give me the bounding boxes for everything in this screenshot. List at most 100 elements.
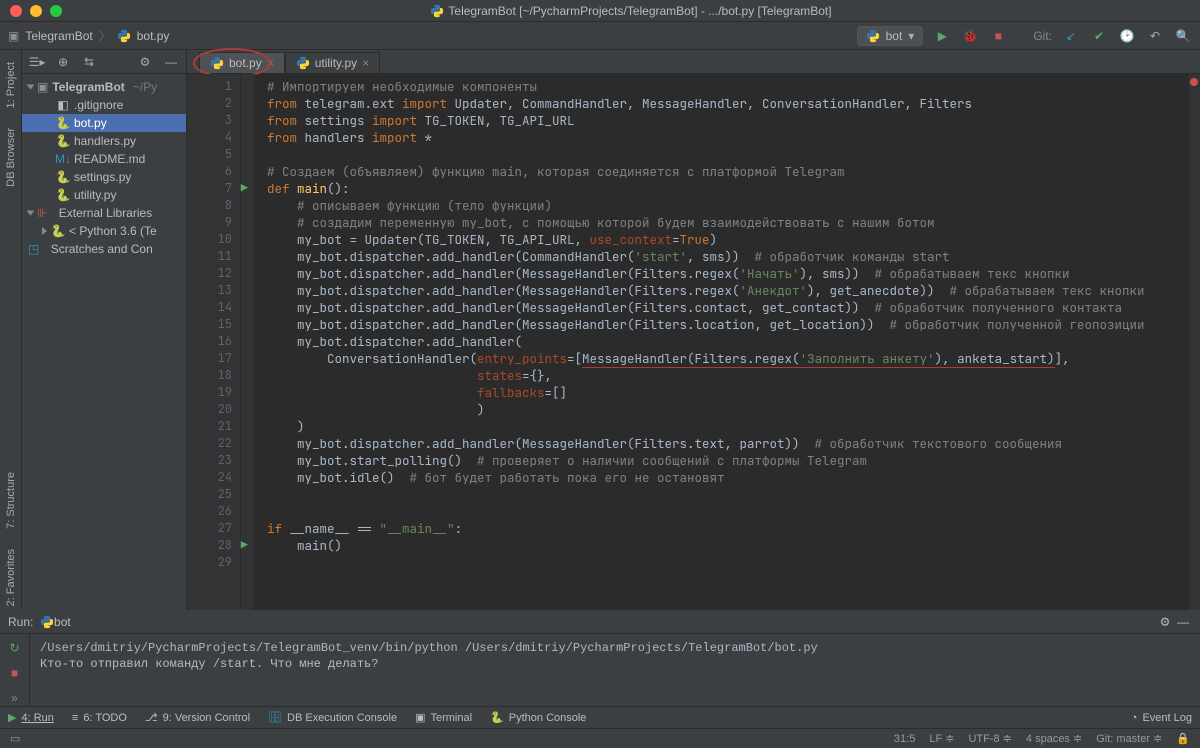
- run-tool-button[interactable]: ▶4: Run: [8, 711, 54, 724]
- run-output-line: Кто-то отправил команду /start. Что мне …: [40, 656, 1190, 672]
- bottom-tool-window-bar: ▶4: Run ≡6: TODO ⎇9: Version Control 🗄DB…: [0, 706, 1200, 728]
- maximize-window-button[interactable]: [50, 5, 62, 17]
- more-actions-button[interactable]: »: [6, 689, 24, 706]
- project-panel: ☰▸ ⊕ ⇆ ⚙ — ▣ TelegramBot ~/Py ◧.gitignor…: [22, 50, 187, 610]
- status-bar: ▭ 31:5 LF ≑ UTF-8 ≑ 4 spaces ≑ Git: mast…: [0, 728, 1200, 748]
- database-icon: 🗄: [268, 711, 282, 724]
- hide-panel-button[interactable]: —: [162, 53, 180, 71]
- search-everywhere-button[interactable]: 🔍: [1174, 27, 1192, 45]
- python-file-icon: [117, 29, 131, 43]
- python-file-icon: 🐍: [56, 170, 70, 184]
- hide-panel-button[interactable]: —: [1174, 613, 1192, 631]
- run-button[interactable]: ▶: [933, 27, 951, 45]
- python-console-tool-button[interactable]: 🐍Python Console: [490, 711, 586, 724]
- git-branch-selector[interactable]: Git: master ≑: [1096, 732, 1162, 745]
- breadcrumb-root[interactable]: TelegramBot: [25, 29, 92, 43]
- tree-scratches[interactable]: ◳ Scratches and Con: [22, 240, 186, 258]
- gitignore-file-icon: ◧: [56, 98, 70, 112]
- event-log-tool-button[interactable]: ◔Event Log: [1131, 712, 1192, 724]
- tree-file[interactable]: 🐍settings.py: [22, 168, 186, 186]
- indent-selector[interactable]: 4 spaces ≑: [1026, 732, 1082, 745]
- project-tool-button[interactable]: 1: Project: [5, 58, 17, 112]
- db-console-tool-button[interactable]: 🗄DB Execution Console: [268, 711, 397, 724]
- code-editor[interactable]: # Импортируем необходимые компоненты fro…: [255, 74, 1188, 610]
- editor-tabs: bot.py × utility.py ×: [187, 50, 1200, 74]
- folder-icon: ▣: [8, 29, 19, 43]
- python-icon: [40, 615, 54, 629]
- scratch-icon: ◳: [28, 242, 39, 256]
- chevron-down-icon[interactable]: [27, 211, 35, 216]
- python-icon: 🐍: [51, 224, 65, 238]
- tree-file[interactable]: ◧.gitignore: [22, 96, 186, 114]
- run-tool-window: Run: bot ⚙ — ↻ ■ » /Users/dmitriy/Pychar…: [0, 610, 1200, 706]
- line-separator-selector[interactable]: LF ≑: [929, 732, 954, 745]
- error-stripe[interactable]: [1188, 74, 1200, 610]
- cursor-position[interactable]: 31:5: [894, 733, 915, 745]
- tree-root[interactable]: ▣ TelegramBot ~/Py: [22, 78, 186, 96]
- terminal-tool-button[interactable]: ▣Terminal: [415, 711, 472, 724]
- tree-external-libraries[interactable]: ⊪ External Libraries: [22, 204, 186, 222]
- db-browser-tool-button[interactable]: DB Browser: [5, 124, 17, 191]
- collapse-all-button[interactable]: ⇆: [80, 53, 98, 71]
- line-number-gutter[interactable]: 123 456 789 101112 131415 161718 192021 …: [187, 74, 241, 610]
- terminal-icon: ▣: [415, 711, 425, 724]
- vcs-commit-button[interactable]: ✔: [1090, 27, 1108, 45]
- minimize-window-button[interactable]: [30, 5, 42, 17]
- todo-icon: ≡: [72, 712, 78, 724]
- run-panel-title: Run:: [8, 615, 33, 629]
- tab-label: bot.py: [229, 56, 262, 70]
- vcs-history-button[interactable]: 🕑: [1118, 27, 1136, 45]
- breadcrumb-file[interactable]: bot.py: [137, 29, 170, 43]
- structure-tool-button[interactable]: 7: Structure: [5, 468, 17, 533]
- project-tree[interactable]: ▣ TelegramBot ~/Py ◧.gitignore 🐍bot.py 🐍…: [22, 74, 186, 262]
- project-panel-toolbar: ☰▸ ⊕ ⇆ ⚙ —: [22, 50, 186, 74]
- vcs-revert-button[interactable]: ↶: [1146, 27, 1164, 45]
- folder-icon: ▣: [37, 80, 48, 94]
- run-config-selector[interactable]: bot ▾: [857, 26, 924, 46]
- window-controls: [0, 5, 62, 17]
- run-icon: ▶: [8, 711, 16, 724]
- version-control-tool-button[interactable]: ⎇9: Version Control: [145, 711, 250, 724]
- todo-tool-button[interactable]: ≡6: TODO: [72, 712, 127, 724]
- encoding-selector[interactable]: UTF-8 ≑: [968, 732, 1011, 745]
- editor-tab-utility[interactable]: utility.py ×: [285, 52, 380, 73]
- tree-root-label: TelegramBot: [52, 80, 124, 94]
- vcs-update-button[interactable]: ↙: [1062, 27, 1080, 45]
- editor-tab-bot[interactable]: bot.py ×: [199, 52, 285, 73]
- fold-gutter[interactable]: [241, 74, 255, 610]
- close-tab-button[interactable]: ×: [362, 56, 369, 70]
- left-tool-window-bar: 1: Project DB Browser 7: Structure 2: Fa…: [0, 50, 22, 610]
- stop-run-button[interactable]: ■: [6, 665, 24, 682]
- tree-file[interactable]: 🐍handlers.py: [22, 132, 186, 150]
- run-output[interactable]: /Users/dmitriy/PycharmProjects/TelegramB…: [30, 634, 1200, 706]
- close-tab-button[interactable]: ×: [267, 56, 274, 70]
- editor-area: bot.py × utility.py × 123 456 789 101112…: [187, 50, 1200, 610]
- run-output-line: /Users/dmitriy/PycharmProjects/TelegramB…: [40, 640, 1190, 656]
- app-icon: [430, 4, 444, 18]
- python-file-icon: 🐍: [56, 188, 70, 202]
- target-icon[interactable]: ⊕: [54, 53, 72, 71]
- stop-button[interactable]: ■: [989, 27, 1007, 45]
- settings-icon[interactable]: ⚙: [1156, 613, 1174, 631]
- library-icon: ⊪: [37, 206, 47, 220]
- debug-button[interactable]: 🐞: [961, 27, 979, 45]
- chevron-right-icon[interactable]: [42, 227, 47, 235]
- tree-file[interactable]: M↓README.md: [22, 150, 186, 168]
- error-indicator-icon[interactable]: [1190, 78, 1198, 86]
- chevron-down-icon[interactable]: [27, 85, 35, 90]
- tree-file[interactable]: 🐍utility.py: [22, 186, 186, 204]
- tree-python-sdk[interactable]: 🐍< Python 3.6 (Te: [22, 222, 186, 240]
- window-title-text: TelegramBot [~/PycharmProjects/TelegramB…: [448, 4, 831, 18]
- rerun-button[interactable]: ↻: [6, 640, 24, 657]
- favorites-tool-button[interactable]: 2: Favorites: [5, 545, 17, 610]
- breadcrumb[interactable]: ▣ TelegramBot 〉 bot.py: [8, 27, 169, 44]
- close-window-button[interactable]: [10, 5, 22, 17]
- titlebar: TelegramBot [~/PycharmProjects/TelegramB…: [0, 0, 1200, 22]
- tree-file[interactable]: 🐍bot.py: [22, 114, 186, 132]
- status-menu-button[interactable]: ▭: [10, 732, 20, 745]
- lock-icon[interactable]: 🔒: [1176, 732, 1190, 745]
- run-panel-toolbar: ↻ ■ »: [0, 634, 30, 706]
- select-opened-file-button[interactable]: ☰▸: [28, 53, 46, 71]
- settings-icon[interactable]: ⚙: [136, 53, 154, 71]
- python-file-icon: 🐍: [56, 116, 70, 130]
